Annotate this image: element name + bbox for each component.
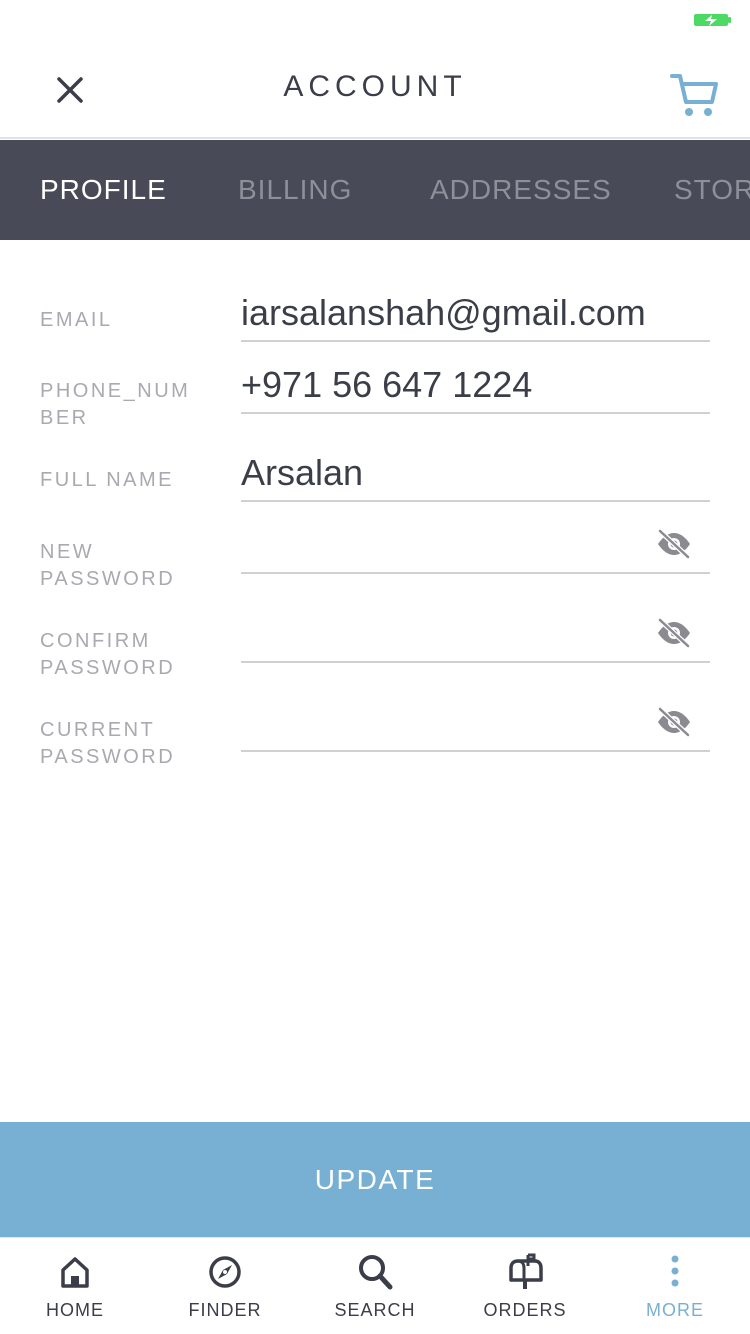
- full-name-field[interactable]: Arsalan: [241, 440, 710, 502]
- home-icon: [61, 1257, 89, 1288]
- email-field[interactable]: iarsalanshah@gmail.com: [241, 280, 710, 342]
- bottom-nav: HOME FINDER SEARCH ORDERS MORE: [0, 1237, 750, 1334]
- nav-search-label: SEARCH: [334, 1300, 416, 1320]
- battery-charging-icon: [694, 14, 731, 26]
- hide-password-icon[interactable]: [656, 706, 692, 738]
- page-title: ACCOUNT: [283, 70, 467, 103]
- nav-orders[interactable]: ORDERS: [450, 1238, 600, 1334]
- more-vertical-icon: [671, 1255, 679, 1287]
- update-button[interactable]: UPDATE: [0, 1122, 750, 1237]
- full-name-label: FULL NAME: [40, 469, 175, 491]
- tab-profile[interactable]: PROFILE: [40, 174, 167, 206]
- full-name-value: Arsalan: [241, 452, 364, 493]
- phone-field[interactable]: +971 56 647 1224: [241, 352, 710, 414]
- nav-more-label: MORE: [646, 1300, 704, 1320]
- account-tab-bar: PROFILE BILLING ADDRESSES STOR: [0, 140, 750, 240]
- search-icon: [359, 1255, 393, 1290]
- confirm-password-field[interactable]: [241, 601, 710, 663]
- cart-button[interactable]: [670, 70, 720, 120]
- hide-password-icon[interactable]: [656, 528, 692, 560]
- app-header: ACCOUNT: [0, 40, 750, 139]
- mailbox-icon: [509, 1253, 543, 1289]
- nav-home-label: HOME: [46, 1300, 104, 1320]
- phone-value: +971 56 647 1224: [241, 364, 533, 405]
- new-password-field[interactable]: [241, 512, 710, 574]
- phone-label: PHONE_NUM BER: [40, 380, 191, 429]
- current-password-field[interactable]: [241, 690, 710, 752]
- email-value: iarsalanshah@gmail.com: [241, 292, 646, 333]
- confirm-password-label: CONFIRM PASSWORD: [40, 630, 176, 679]
- hide-password-icon[interactable]: [656, 617, 692, 649]
- nav-finder[interactable]: FINDER: [150, 1238, 300, 1334]
- tab-stores[interactable]: STOR: [674, 174, 750, 206]
- nav-orders-label: ORDERS: [483, 1300, 567, 1320]
- tab-billing[interactable]: BILLING: [238, 174, 352, 206]
- current-password-label: CURRENT PASSWORD: [40, 719, 176, 768]
- email-label: EMAIL: [40, 309, 113, 331]
- nav-home[interactable]: HOME: [0, 1238, 150, 1334]
- cart-icon: [670, 74, 718, 116]
- compass-icon: [209, 1256, 241, 1288]
- new-password-label: NEW PASSWORD: [40, 541, 176, 590]
- nav-finder-label: FINDER: [188, 1300, 262, 1320]
- nav-more[interactable]: MORE: [600, 1238, 750, 1334]
- tab-addresses[interactable]: ADDRESSES: [430, 174, 612, 206]
- nav-search[interactable]: SEARCH: [300, 1238, 450, 1334]
- status-bar: [0, 0, 750, 40]
